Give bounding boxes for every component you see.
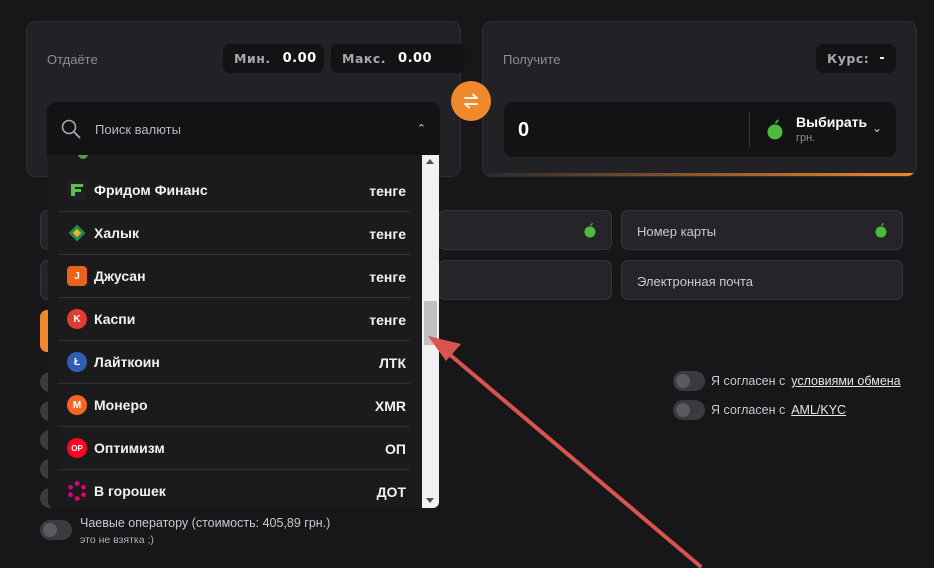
currency-option[interactable]: Ł Лайткоин ЛТК [58,341,410,384]
card-number-label: Номер карты [637,224,717,239]
currency-option[interactable]: OP Оптимизм ОП [58,427,410,470]
apple-icon [767,119,783,140]
currency-dropdown[interactable]: Фридом Финанс тенге Халык тенге J Джусан… [48,155,439,508]
field-middle-2[interactable] [438,260,612,300]
currency-name: Каспи [94,311,136,327]
tip-toggle[interactable] [40,520,72,540]
search-placeholder: Поиск валюты [95,122,181,137]
currency-code: тенге [369,226,406,242]
currency-code: XMR [374,398,406,414]
aml-link[interactable]: AML/KYC [791,403,846,417]
currency-select-unit: грн. [796,132,816,144]
swap-button[interactable] [451,81,491,121]
scroll-down-arrow-icon[interactable] [426,498,434,503]
currency-name: Джусан [94,268,146,284]
receive-amount-value[interactable]: 0 [518,119,529,142]
terms-toggle[interactable] [673,371,705,391]
optimism-icon: OP [67,438,87,458]
currency-option[interactable]: J Джусан тенге [58,255,410,298]
currency-name: Халык [94,225,139,241]
currency-option[interactable]: M Монеро XMR [58,384,410,427]
currency-code: ДОТ [376,484,406,500]
currency-name: Фридом Финанс [94,182,208,198]
aml-agreement: Я согласен с AML/KYC [673,400,846,420]
currency-code: ОП [385,441,406,457]
terms-prefix: Я согласен с [711,374,786,388]
give-label: Отдаёте [47,52,98,67]
freedom-finance-icon [67,180,87,200]
currency-option[interactable]: Халык тенге [58,212,410,255]
aml-prefix: Я согласен с [711,403,786,417]
max-value: 0.00 [398,51,433,66]
chevron-up-icon[interactable]: ⌃ [417,122,426,135]
currency-code: тенге [369,269,406,285]
max-amount-pill: Макс. 0.00 [331,44,465,73]
min-value: 0.00 [282,51,317,66]
terms-link[interactable]: условиями обмена [791,374,900,388]
currency-code: тенге [369,183,406,199]
get-label: Получите [503,52,561,67]
monero-icon: M [67,395,87,415]
terms-agreement: Я согласен с условиями обмена [673,371,901,391]
jusan-icon: J [67,266,87,286]
rate-key: Курс: [827,51,870,66]
card-number-field[interactable]: Номер карты [621,210,903,250]
currency-option[interactable]: K Каспи тенге [58,298,410,341]
apple-icon [875,223,887,238]
tip-label: Чаевые оператору (стоимость: 405,89 грн.… [80,516,331,530]
field-middle-1[interactable] [438,210,612,250]
rate-value: - [879,51,886,66]
currency-name: Оптимизм [94,440,165,456]
currency-select-name[interactable]: Выбирать [796,114,867,130]
search-icon [61,119,81,139]
email-label: Электронная почта [637,274,754,289]
currency-name: Лайткоин [94,354,160,370]
partial-item-icon [78,155,88,159]
currency-search-input[interactable]: Поиск валюты ⌃ [47,102,440,157]
scrollbar-thumb[interactable] [424,301,437,345]
divider [749,112,750,147]
currency-option[interactable]: В горошек ДОТ [58,470,410,508]
litecoin-icon: Ł [67,352,87,372]
scroll-up-arrow-icon[interactable] [426,159,434,164]
kaspi-icon: K [67,309,87,329]
currency-name: В горошек [94,483,166,499]
polkadot-icon [67,481,87,501]
give-card: Отдаёте Мин. 0.00 Макс. 0.00 Поиск валют… [26,21,465,177]
min-amount-pill: Мин. 0.00 [223,44,324,73]
currency-code: тенге [369,312,406,328]
rate-pill: Курс: - [816,44,896,73]
aml-toggle[interactable] [673,400,705,420]
email-field[interactable]: Электронная почта [621,260,903,300]
receive-amount-field[interactable]: 0 Выбирать грн. ⌄ [504,102,896,157]
max-key: Макс. [342,51,387,66]
currency-name: Монеро [94,397,148,413]
apple-icon [584,223,596,238]
chevron-down-icon[interactable]: ⌄ [872,121,882,135]
tip-sublabel: это не взятка ;) [80,534,154,546]
swap-icon [464,93,478,109]
dropdown-scrollbar[interactable] [422,155,439,508]
get-card: Получите Курс: - 0 Выбирать грн. ⌄ [482,21,917,177]
currency-code: ЛТК [379,355,406,371]
min-key: Мин. [234,51,271,66]
halyk-icon [67,223,87,243]
currency-option[interactable]: Фридом Финанс тенге [58,169,410,212]
